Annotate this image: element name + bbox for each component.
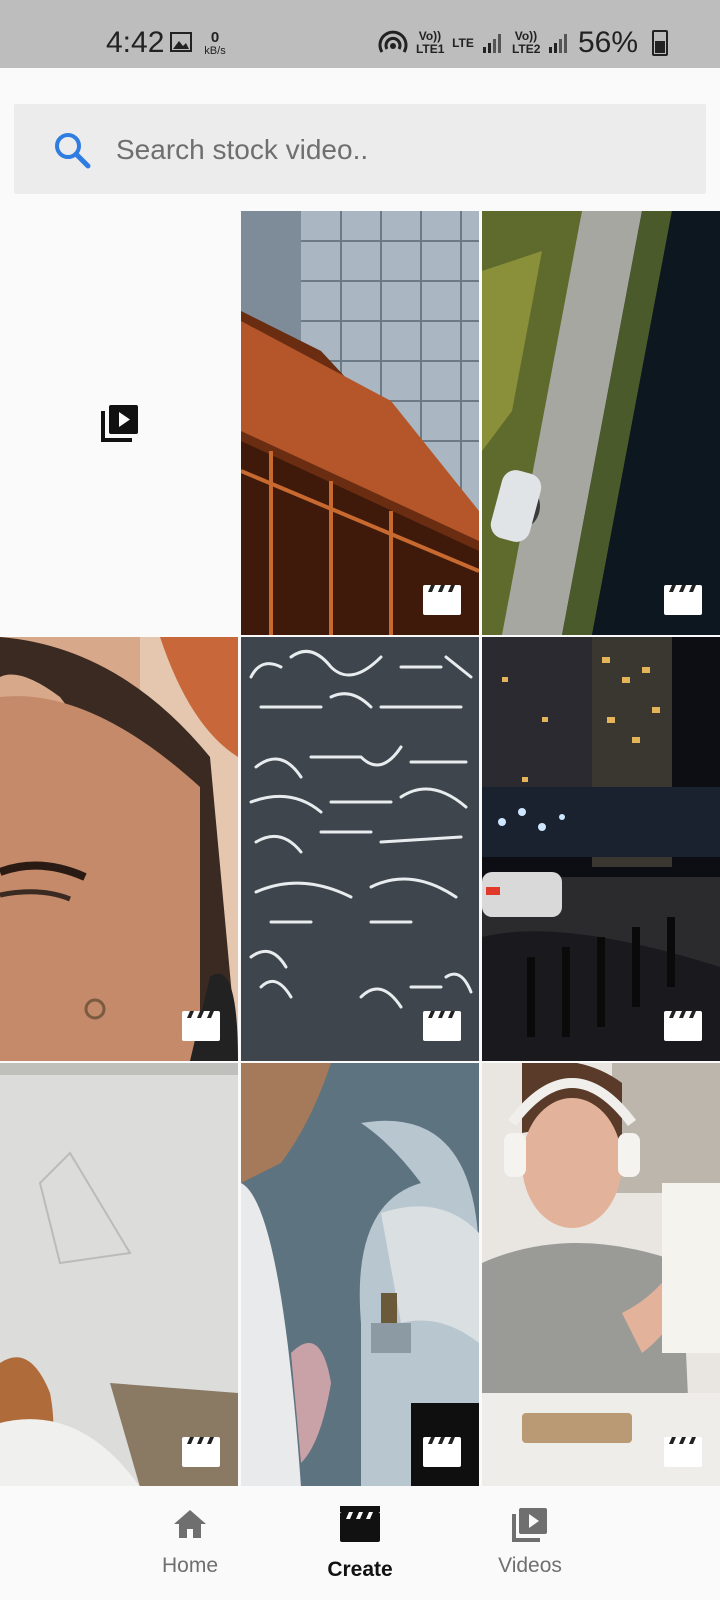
net-speed-value: 0: [210, 29, 220, 46]
video-thumbnail[interactable]: [482, 1063, 720, 1487]
video-thumbnail[interactable]: [482, 637, 720, 1061]
video-thumbnail[interactable]: [241, 1063, 479, 1487]
thumbnail-city-train: [241, 211, 479, 635]
battery-icon: [652, 30, 668, 56]
status-time: 4:42: [106, 26, 165, 59]
nav-videos[interactable]: Videos: [460, 1486, 600, 1600]
nav-create[interactable]: Create: [290, 1486, 430, 1600]
nav-home-label: Home: [161, 1554, 219, 1577]
search-bar[interactable]: [14, 104, 706, 194]
nav-videos-label: Videos: [498, 1554, 562, 1577]
bottom-navigation: Home Create Videos: [0, 1486, 720, 1600]
video-thumbnail[interactable]: [241, 211, 479, 635]
movie-clapper-icon: [340, 1506, 380, 1542]
nav-home[interactable]: Home: [120, 1486, 260, 1600]
net-speed-unit: kB/s: [204, 45, 226, 57]
sim1-label: Vo)) LTE1: [415, 29, 445, 56]
movie-clapper-icon: [423, 585, 461, 615]
search-input[interactable]: [114, 124, 678, 176]
search-icon: [55, 133, 91, 169]
hotspot-icon: [378, 30, 408, 53]
video-library-icon: [512, 1508, 547, 1542]
thumbnail-girl-at-whiteboard: [0, 1063, 238, 1487]
battery-percent: 56%: [577, 26, 638, 59]
home-icon: [174, 1510, 206, 1538]
video-thumbnail[interactable]: [0, 637, 238, 1061]
movie-clapper-icon: [664, 1437, 702, 1467]
net-speed: 0 kB/s: [204, 30, 226, 57]
signal-icon: [482, 34, 501, 53]
thumbnail-microscope: [241, 1063, 479, 1487]
sim2-label: Vo)) LTE2: [511, 29, 541, 56]
status-right: Vo)) LTE1 LTE Vo)) LTE2 56%: [378, 26, 668, 60]
gallery-notification-icon: [170, 32, 192, 52]
nav-create-label: Create: [327, 1558, 393, 1581]
sim1-net: LTE: [452, 35, 474, 50]
movie-clapper-icon: [182, 1437, 220, 1467]
thumbnail-night-city-street: [482, 637, 720, 1061]
video-library-tile[interactable]: [0, 211, 238, 635]
movie-clapper-icon: [423, 1011, 461, 1041]
video-thumbnail[interactable]: [241, 637, 479, 1061]
movie-clapper-icon: [664, 585, 702, 615]
status-bar: 4:42 0 kB/s Vo)) LTE1 LTE Vo)) LTE2 56%: [0, 0, 720, 68]
movie-clapper-icon: [664, 1011, 702, 1041]
video-library-icon: [101, 405, 138, 442]
movie-clapper-icon: [423, 1437, 461, 1467]
video-thumbnail[interactable]: [0, 1063, 238, 1487]
thumbnail-road-aerial: [482, 211, 720, 635]
movie-clapper-icon: [182, 1011, 220, 1041]
signal-icon: [548, 34, 567, 53]
thumbnail-woman-face: [0, 637, 238, 1061]
video-thumbnail[interactable]: [482, 211, 720, 635]
thumbnail-boy-headphones: [482, 1063, 720, 1487]
thumbnail-chalkboard-math: [241, 637, 479, 1061]
